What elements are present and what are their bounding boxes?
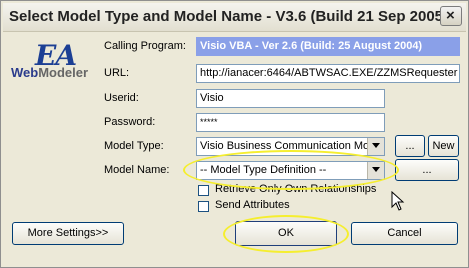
model-type-label: Model Type:: [104, 140, 164, 152]
send-attributes-label[interactable]: Send Attributes: [215, 199, 290, 211]
ok-highlight-oval: [223, 215, 349, 253]
send-attributes-checkbox[interactable]: [198, 201, 209, 212]
model-type-browse-button[interactable]: ...: [395, 135, 425, 157]
url-input[interactable]: http://ianacer:6464/ABTWSAC.EXE/ZZMSRequ…: [196, 64, 460, 83]
close-button[interactable]: ×: [440, 6, 462, 26]
dialog-window: Select Model Type and Model Name - V3.6 …: [0, 0, 469, 268]
model-name-browse-button[interactable]: ...: [395, 159, 459, 181]
model-type-dropdown-arrow[interactable]: [367, 138, 384, 155]
model-name-label: Model Name:: [104, 164, 170, 176]
retrieve-own-checkbox[interactable]: [198, 185, 209, 196]
cancel-button[interactable]: Cancel: [351, 222, 458, 245]
logo-web-text: Web: [11, 65, 39, 80]
password-label: Password:: [104, 116, 156, 128]
window-title: Select Model Type and Model Name - V3.6 …: [9, 8, 449, 25]
url-label: URL:: [104, 67, 130, 79]
ea-webmodeler-logo: EA WebModeler: [9, 39, 101, 85]
logo-webmodeler-text: WebModeler: [11, 65, 88, 80]
close-icon: ×: [446, 7, 455, 24]
more-settings-button[interactable]: More Settings>>: [12, 222, 124, 245]
password-input[interactable]: *****: [196, 113, 385, 132]
userid-label: Userid:: [104, 92, 139, 104]
calling-program-field: Visio VBA - Ver 2.6 (Build: 25 August 20…: [196, 37, 460, 56]
new-button[interactable]: New: [428, 135, 459, 157]
userid-input[interactable]: Visio: [196, 89, 385, 108]
mouse-cursor-icon: [391, 191, 405, 211]
calling-program-label: Calling Program:: [104, 40, 186, 52]
chevron-down-icon: [372, 143, 380, 148]
logo-modeler-text: Modeler: [38, 65, 89, 80]
title-bar[interactable]: Select Model Type and Model Name - V3.6 …: [3, 3, 466, 32]
model-name-highlight-oval: [183, 150, 399, 190]
